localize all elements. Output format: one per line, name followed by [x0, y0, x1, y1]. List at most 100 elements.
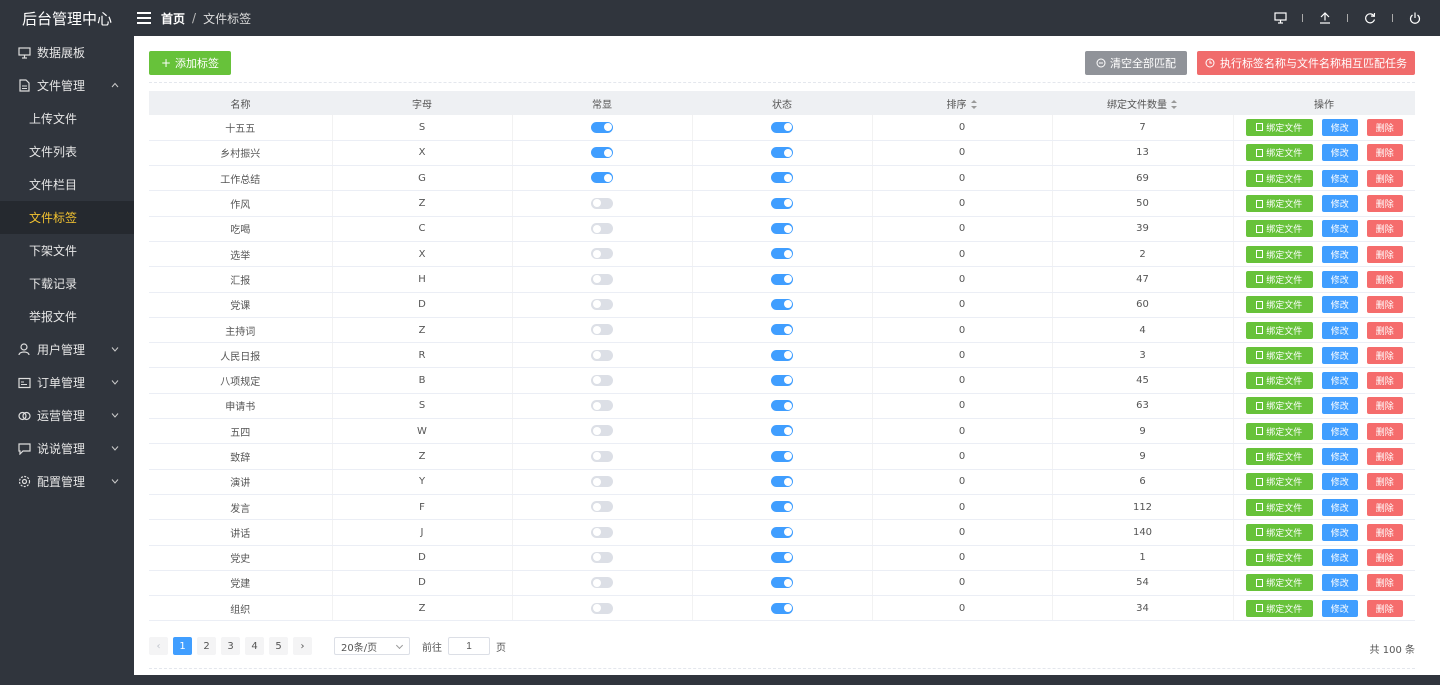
delete-button[interactable]: 删除 — [1366, 498, 1403, 516]
pinned-toggle[interactable] — [591, 476, 613, 488]
sidebar-item-file-list[interactable]: 文件列表 — [0, 135, 134, 168]
pinned-toggle[interactable] — [591, 324, 613, 336]
status-toggle[interactable] — [771, 223, 793, 235]
pinned-toggle[interactable] — [591, 501, 613, 513]
bind-files-button[interactable]: 绑定文件 — [1245, 220, 1313, 238]
delete-button[interactable]: 删除 — [1366, 473, 1403, 491]
status-toggle[interactable] — [771, 147, 793, 159]
edit-button[interactable]: 修改 — [1321, 144, 1358, 162]
page-5-button[interactable]: 5 — [269, 637, 288, 655]
pinned-toggle[interactable] — [591, 121, 613, 133]
edit-button[interactable]: 修改 — [1321, 372, 1358, 390]
pinned-toggle[interactable] — [591, 374, 613, 386]
sort-icon[interactable] — [1171, 100, 1178, 109]
sidebar-item-file-category[interactable]: 文件栏目 — [0, 168, 134, 201]
column-header-count[interactable]: 绑定文件数量 — [1052, 91, 1233, 115]
delete-button[interactable]: 删除 — [1366, 296, 1403, 314]
delete-button[interactable]: 删除 — [1366, 448, 1403, 465]
bind-files-button[interactable]: 绑定文件 — [1245, 599, 1313, 617]
delete-button[interactable]: 删除 — [1366, 195, 1403, 213]
sidebar-item-upload-file[interactable]: 上传文件 — [0, 102, 134, 135]
bind-files-button[interactable]: 绑定文件 — [1245, 448, 1313, 465]
bind-files-button[interactable]: 绑定文件 — [1245, 118, 1313, 136]
pinned-toggle[interactable] — [591, 425, 613, 437]
sidebar-item-config-management[interactable]: 配置管理 — [0, 465, 134, 498]
column-header-order[interactable]: 排序 — [872, 91, 1052, 115]
sidebar-item-file-management[interactable]: 文件管理 — [0, 69, 134, 102]
bind-files-button[interactable]: 绑定文件 — [1245, 321, 1313, 339]
delete-button[interactable]: 删除 — [1366, 169, 1403, 187]
breadcrumb-home[interactable]: 首页 — [161, 10, 185, 27]
edit-button[interactable]: 修改 — [1321, 397, 1358, 415]
pinned-toggle[interactable] — [591, 197, 613, 209]
sidebar-item-reported-files[interactable]: 举报文件 — [0, 300, 134, 333]
delete-button[interactable]: 删除 — [1366, 372, 1403, 390]
bind-files-button[interactable]: 绑定文件 — [1245, 422, 1313, 440]
pinned-toggle[interactable] — [591, 349, 613, 361]
pinned-toggle[interactable] — [591, 400, 613, 412]
bind-files-button[interactable]: 绑定文件 — [1245, 549, 1313, 567]
pinned-toggle[interactable] — [591, 298, 613, 310]
delete-button[interactable]: 删除 — [1366, 220, 1403, 238]
edit-button[interactable]: 修改 — [1321, 220, 1358, 238]
status-toggle[interactable] — [771, 374, 793, 386]
pinned-toggle[interactable] — [591, 450, 613, 462]
edit-button[interactable]: 修改 — [1321, 599, 1358, 617]
edit-button[interactable]: 修改 — [1321, 523, 1358, 541]
sidebar-item-user-management[interactable]: 用户管理 — [0, 333, 134, 366]
clear-all-matches-button[interactable]: 清空全部匹配 — [1085, 51, 1187, 75]
status-toggle[interactable] — [771, 324, 793, 336]
delete-button[interactable]: 删除 — [1366, 118, 1403, 136]
delete-button[interactable]: 删除 — [1366, 599, 1403, 617]
edit-button[interactable]: 修改 — [1321, 346, 1358, 364]
page-3-button[interactable]: 3 — [221, 637, 240, 655]
edit-button[interactable]: 修改 — [1321, 574, 1358, 592]
menu-toggle-icon[interactable] — [137, 12, 151, 24]
status-toggle[interactable] — [771, 298, 793, 310]
bind-files-button[interactable]: 绑定文件 — [1245, 397, 1313, 415]
bind-files-button[interactable]: 绑定文件 — [1245, 296, 1313, 314]
pinned-toggle[interactable] — [591, 147, 613, 159]
pinned-toggle[interactable] — [591, 273, 613, 285]
pinned-toggle[interactable] — [591, 248, 613, 260]
bind-files-button[interactable]: 绑定文件 — [1245, 144, 1313, 162]
delete-button[interactable]: 删除 — [1366, 422, 1403, 440]
add-tag-button[interactable]: + 添加标签 — [149, 51, 231, 75]
sidebar-item-file-tags[interactable]: 文件标签 — [0, 201, 134, 234]
page-1-button[interactable]: 1 — [173, 637, 192, 655]
status-toggle[interactable] — [771, 526, 793, 538]
delete-button[interactable]: 删除 — [1366, 270, 1403, 288]
edit-button[interactable]: 修改 — [1321, 195, 1358, 213]
status-toggle[interactable] — [771, 476, 793, 488]
pinned-toggle[interactable] — [591, 172, 613, 184]
sidebar-item-removed-files[interactable]: 下架文件 — [0, 234, 134, 267]
bind-files-button[interactable]: 绑定文件 — [1245, 498, 1313, 516]
delete-button[interactable]: 删除 — [1366, 549, 1403, 567]
delete-button[interactable]: 删除 — [1366, 346, 1403, 364]
page-2-button[interactable]: 2 — [197, 637, 216, 655]
upload-icon[interactable] — [1317, 10, 1333, 26]
status-toggle[interactable] — [771, 551, 793, 563]
delete-button[interactable]: 删除 — [1366, 523, 1403, 541]
edit-button[interactable]: 修改 — [1321, 473, 1358, 491]
run-match-task-button[interactable]: 执行标签名称与文件名称相互匹配任务 — [1197, 51, 1415, 75]
refresh-icon[interactable] — [1362, 10, 1378, 26]
delete-button[interactable]: 删除 — [1366, 144, 1403, 162]
status-toggle[interactable] — [771, 121, 793, 133]
delete-button[interactable]: 删除 — [1366, 574, 1403, 592]
prev-page-button[interactable]: ‹ — [149, 637, 168, 655]
edit-button[interactable]: 修改 — [1321, 245, 1358, 263]
page-4-button[interactable]: 4 — [245, 637, 264, 655]
bind-files-button[interactable]: 绑定文件 — [1245, 195, 1313, 213]
edit-button[interactable]: 修改 — [1321, 118, 1358, 136]
delete-button[interactable]: 删除 — [1366, 397, 1403, 415]
status-toggle[interactable] — [771, 425, 793, 437]
page-size-select[interactable]: 20条/页 — [334, 637, 410, 655]
pinned-toggle[interactable] — [591, 551, 613, 563]
bind-files-button[interactable]: 绑定文件 — [1245, 372, 1313, 390]
edit-button[interactable]: 修改 — [1321, 422, 1358, 440]
bind-files-button[interactable]: 绑定文件 — [1245, 270, 1313, 288]
monitor-icon[interactable] — [1272, 10, 1288, 26]
edit-button[interactable]: 修改 — [1321, 549, 1358, 567]
sort-icon[interactable] — [970, 100, 978, 109]
